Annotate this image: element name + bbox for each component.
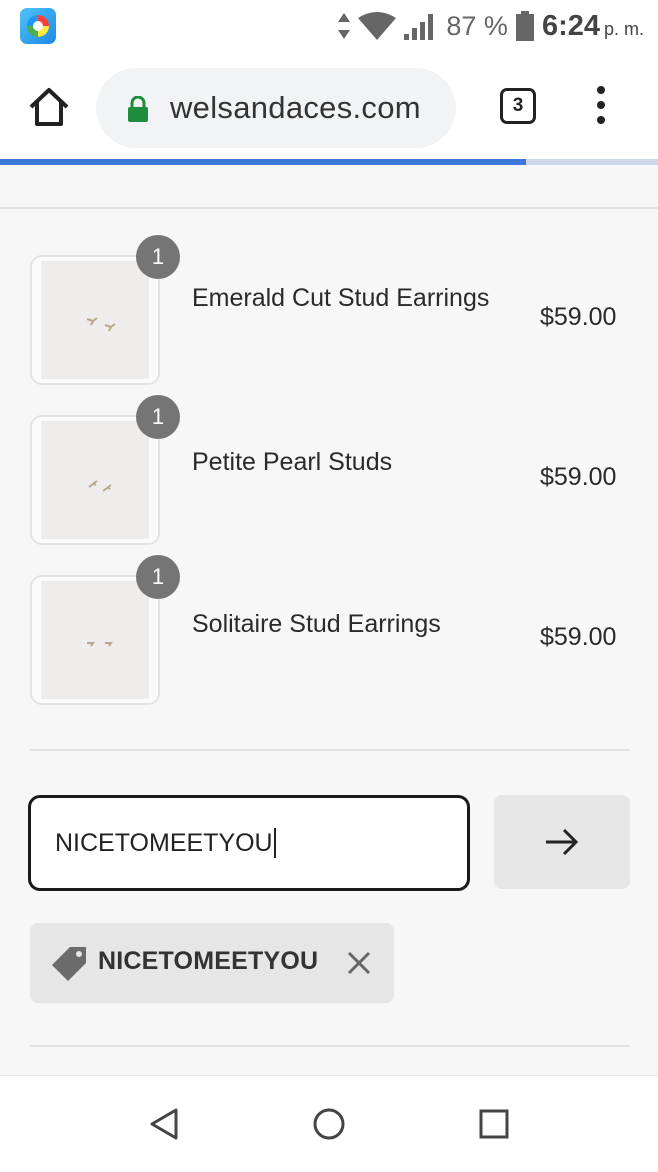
- divider: [30, 1045, 630, 1047]
- url-text: welsandaces.com: [170, 90, 421, 125]
- wifi-icon: [358, 12, 397, 40]
- more-vert-icon[interactable]: [590, 86, 612, 128]
- product-thumbnail[interactable]: [30, 255, 160, 385]
- product-title: Emerald Cut Stud Earrings: [192, 284, 490, 312]
- applied-discount-code: NICETOMEETYOU: [98, 947, 319, 975]
- product-price: $59.00: [540, 303, 617, 331]
- apply-discount-button[interactable]: [494, 795, 630, 889]
- home-circle-icon[interactable]: [311, 1106, 347, 1142]
- system-nav-bar: [0, 1075, 658, 1172]
- product-title: Petite Pearl Studs: [192, 448, 393, 476]
- home-icon[interactable]: [28, 86, 70, 128]
- signal-icon: [404, 14, 434, 40]
- quantity-badge: 1: [136, 395, 180, 439]
- clock: 6:24: [541, 9, 600, 42]
- earrings-image: [86, 317, 116, 332]
- product-price: $59.00: [540, 623, 617, 651]
- arrow-right-icon: [546, 828, 579, 856]
- cart-item: 1 Solitaire Stud Earrings $59.00: [0, 551, 658, 705]
- product-thumbnail[interactable]: [30, 415, 160, 545]
- divider: [0, 207, 658, 209]
- quantity-badge: 1: [136, 235, 180, 279]
- battery-percent: 87 %: [446, 10, 508, 41]
- cart-page: 1 Emerald Cut Stud Earrings $59.00 1 Pet…: [0, 165, 658, 1075]
- tab-switcher-button[interactable]: 3: [500, 88, 536, 124]
- product-price: $59.00: [540, 463, 617, 491]
- browser-toolbar: welsandaces.com 3: [0, 52, 658, 160]
- applied-discount-chip: NICETOMEETYOU: [30, 923, 394, 1003]
- back-triangle-icon[interactable]: [146, 1106, 182, 1142]
- recents-square-icon[interactable]: [476, 1106, 512, 1142]
- earrings-image: [88, 480, 112, 492]
- address-bar[interactable]: welsandaces.com: [96, 68, 456, 148]
- product-title: Solitaire Stud Earrings: [192, 610, 441, 638]
- text-caret: [273, 828, 276, 858]
- status-icons: 87 % 6:24 p. m.: [338, 6, 644, 46]
- lock-icon: [128, 96, 148, 122]
- tag-icon: [52, 947, 86, 981]
- cart-item: 1 Petite Pearl Studs $59.00: [0, 391, 658, 545]
- earrings-image: [87, 642, 113, 647]
- close-icon[interactable]: [346, 950, 372, 976]
- status-bar: 87 % 6:24 p. m.: [0, 0, 658, 52]
- clock-suffix: p. m.: [603, 18, 644, 39]
- divider: [30, 749, 630, 751]
- battery-icon: [515, 11, 534, 41]
- product-thumbnail[interactable]: [30, 575, 160, 705]
- discount-code-input[interactable]: NICETOMEETYOU: [28, 795, 470, 891]
- app-notification-icon: [20, 8, 56, 44]
- cart-item: 1 Emerald Cut Stud Earrings $59.00: [0, 231, 658, 385]
- data-arrows-icon: [338, 13, 351, 39]
- quantity-badge: 1: [136, 555, 180, 599]
- discount-code-value: NICETOMEETYOU: [55, 828, 273, 857]
